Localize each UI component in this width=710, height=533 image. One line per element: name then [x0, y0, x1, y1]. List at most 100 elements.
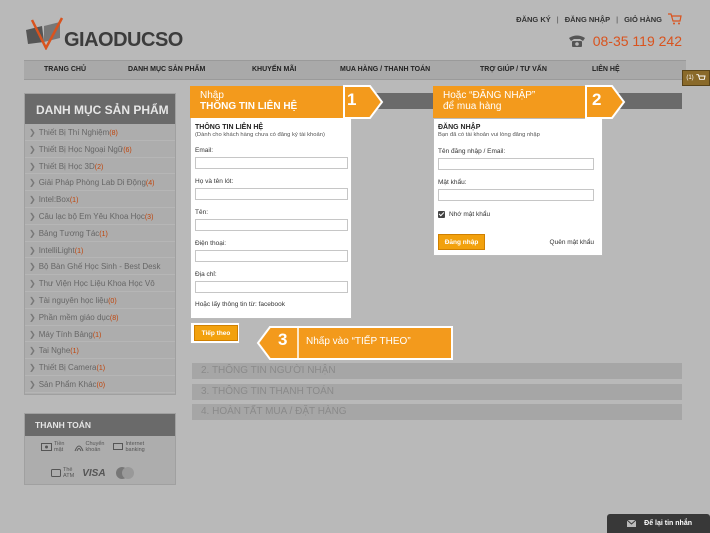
callout-2-number: 2	[592, 90, 602, 109]
forgot-password-link[interactable]: Quên mật khẩu	[550, 239, 594, 246]
category-item[interactable]: ❯ Giải Pháp Phòng Lab Di Động(4)	[25, 174, 175, 192]
remember-checkbox[interactable]	[438, 211, 445, 218]
chevron-right-icon: ❯	[29, 211, 36, 221]
nav-item-purchase[interactable]: MUA HÀNG / THANH TOÁN	[340, 66, 430, 73]
monitor-icon	[113, 443, 124, 450]
cart-count: (1)	[686, 75, 694, 81]
category-item[interactable]: ❯ Sản Phẩm Khác(0)	[25, 376, 175, 393]
middle-name-field[interactable]	[195, 188, 348, 200]
login-button[interactable]: Đăng nhập	[438, 234, 485, 250]
category-item[interactable]: ❯ Tai Nghe(1)	[25, 342, 175, 360]
transfer-icon	[74, 445, 83, 451]
password-field[interactable]	[438, 189, 594, 201]
nav-item-contact[interactable]: LIÊN HỆ	[592, 66, 620, 73]
category-item[interactable]: ❯ Bảng Tương Tác(1)	[25, 225, 175, 242]
phone-number: 08-35 119 242	[592, 33, 682, 49]
nav-item-categories[interactable]: DANH MỤC SẢN PHẨM	[128, 66, 205, 73]
envelope-icon	[627, 520, 637, 527]
contact-form-subtitle: (Dành cho khách hàng chưa có đăng ký tài…	[195, 132, 325, 138]
next-button[interactable]: Tiếp theo	[194, 325, 238, 341]
callout-1-line2: THÔNG TIN LIÊN HỆ	[200, 101, 298, 112]
chevron-right-icon: ❯	[29, 363, 36, 373]
category-label: Tài nguyên học liệu	[38, 295, 109, 305]
category-count: (8)	[109, 314, 119, 322]
first-name-field[interactable]	[195, 219, 348, 231]
step-payment-info[interactable]: 3. THÔNG TIN THANH TOÁN	[192, 384, 682, 400]
category-label: Bảng Tương Tác	[38, 228, 100, 238]
hotline: 08-35 119 242	[567, 33, 682, 49]
callout-3-text: Nhấp vào “TIẾP THEO”	[306, 336, 411, 347]
category-item[interactable]: ❯ Thiết Bị Camera(1)	[25, 359, 175, 376]
facebook-login-link[interactable]: Hoặc lấy thông tin từ: facebook	[195, 301, 347, 308]
category-item[interactable]: ❯ Intel:Box(1)	[25, 191, 175, 208]
chevron-right-icon: ❯	[29, 245, 36, 255]
email-field[interactable]	[195, 157, 348, 169]
category-count: (2)	[94, 163, 104, 171]
username-field[interactable]	[438, 158, 594, 170]
step-recipient-info[interactable]: 2. THÔNG TIN NGƯỜI NHẬN	[192, 363, 682, 379]
contact-info-form: THÔNG TIN LIÊN HỆ (Dành cho khách hàng c…	[190, 117, 352, 319]
floating-cart[interactable]: (1)	[682, 70, 710, 86]
remember-label: Nhớ mật khẩu	[449, 211, 491, 218]
callout-2-line2: để mua hàng	[443, 101, 502, 112]
category-count: (1)	[92, 331, 102, 339]
category-count: (8)	[109, 130, 118, 137]
login-form-title: ĐĂNG NHẬP	[438, 124, 481, 131]
nav-item-support[interactable]: TRỢ GIÚP / TƯ VẤN	[480, 66, 547, 73]
category-label: Bộ Bàn Ghế Học Sinh - Best Desk	[38, 262, 161, 272]
first-name-label: Tên:	[195, 209, 209, 216]
payment-internet-banking: Internet banking	[113, 441, 145, 453]
cart-icon[interactable]	[668, 13, 682, 25]
chevron-right-icon: ❯	[29, 295, 36, 305]
category-label: Intel:Box	[38, 195, 70, 205]
category-item[interactable]: ❯ Thiết Bị Học 3D(2)	[25, 158, 175, 175]
category-count: (1)	[74, 247, 84, 255]
remember-me[interactable]: Nhớ mật khẩu	[438, 211, 598, 218]
register-link[interactable]: ĐĂNG KÝ	[516, 15, 551, 24]
step-complete-order[interactable]: 4. HOÀN TẤT MUA / ĐẶT HÀNG	[192, 404, 682, 420]
phone-field[interactable]	[195, 250, 348, 262]
atm-card-icon	[51, 469, 61, 477]
category-item[interactable]: ❯ IntelliLight(1)	[25, 242, 175, 259]
top-links: ĐĂNG KÝ | ĐĂNG NHẬP | GIỎ HÀNG	[516, 13, 682, 25]
address-field[interactable]	[195, 281, 348, 293]
category-label: Thư Viện Học Liệu Khoa Học Vô	[38, 279, 155, 289]
category-count: (3)	[144, 213, 154, 221]
nav-item-home[interactable]: TRANG CHỦ	[44, 66, 86, 73]
cart-link[interactable]: GIỎ HÀNG	[624, 15, 662, 24]
category-count: (6)	[123, 146, 132, 154]
email-label: Email:	[195, 147, 214, 154]
site-logo[interactable]: GIAODUCSO	[24, 16, 184, 52]
leave-message-tab[interactable]: Để lại tin nhắn	[607, 514, 710, 533]
category-item[interactable]: ❯ Thiết Bị Thí Nghiệm(8)	[25, 124, 175, 141]
category-item[interactable]: ❯ Thư Viện Học Liệu Khoa Học Vô	[25, 275, 175, 292]
category-label: Phần mềm giáo dục	[38, 312, 110, 322]
leave-message-label: Để lại tin nhắn	[644, 520, 692, 527]
payment-cash: Tiền mặt	[41, 441, 65, 453]
callout-2-badge	[585, 85, 626, 119]
category-count: (1)	[96, 365, 106, 373]
middle-name-label: Họ và tên lót:	[195, 178, 234, 185]
mastercard-icon	[115, 467, 134, 479]
category-item[interactable]: ❯ Máy Tính Bảng(1)	[25, 326, 175, 343]
chevron-right-icon: ❯	[29, 346, 36, 356]
callout-1-badge	[343, 85, 384, 119]
chevron-right-icon: ❯	[29, 178, 36, 188]
payment-box: THANH TOÁN Tiền mặt Chuyển khoản Internet b…	[24, 413, 176, 485]
category-label: Thiết Bị Thí Nghiệm	[38, 128, 110, 137]
category-item[interactable]: ❯ Thiết Bị Học Ngoại Ngữ(6)	[25, 141, 175, 158]
callout-2-line1: Hoặc “ĐĂNG NHẬP”	[443, 90, 536, 101]
category-count: (1)	[99, 230, 108, 238]
category-item[interactable]: ❯ Bộ Bàn Ghế Học Sinh - Best Desk	[25, 258, 175, 276]
payment-transfer: Chuyển khoản	[74, 441, 104, 453]
contact-form-title: THÔNG TIN LIÊN HỆ	[195, 124, 264, 131]
chevron-right-icon: ❯	[29, 329, 36, 339]
phone-icon	[568, 35, 585, 47]
nav-item-promotions[interactable]: KHUYẾN MÃI	[252, 66, 296, 73]
category-label: Giải Pháp Phòng Lab Di Động	[38, 178, 146, 188]
category-item[interactable]: ❯ Tài nguyên học liệu(0)	[25, 292, 175, 309]
login-link[interactable]: ĐĂNG NHẬP	[565, 15, 610, 24]
category-item[interactable]: ❯ Phần mềm giáo dục(8)	[25, 309, 175, 326]
category-item[interactable]: ❯ Câu lạc bộ Em Yêu Khoa Học(3)	[25, 208, 175, 225]
category-count: (0)	[96, 381, 106, 389]
